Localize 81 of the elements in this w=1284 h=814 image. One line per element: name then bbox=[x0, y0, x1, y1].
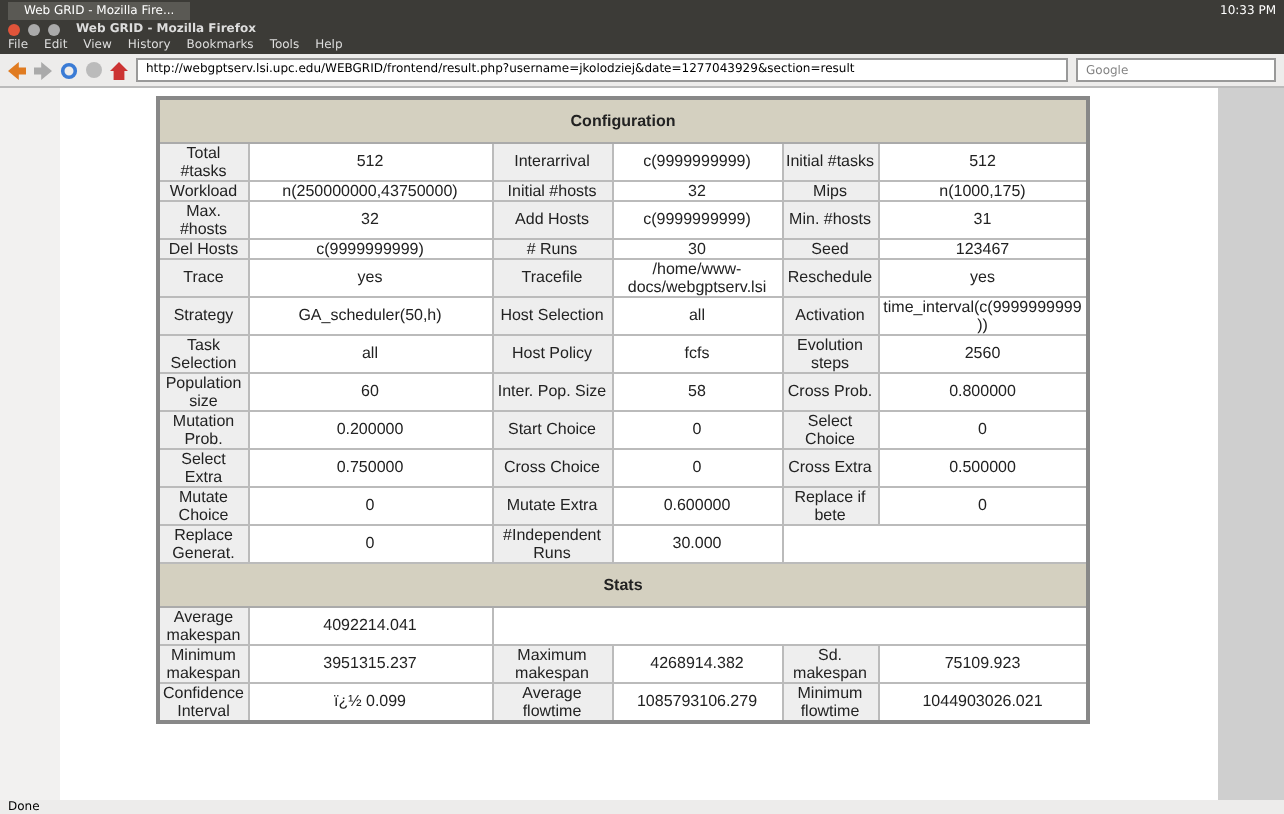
field-label: Average flowtime bbox=[492, 682, 612, 721]
field-value: fcfs bbox=[612, 334, 782, 372]
field-value: 0.200000 bbox=[248, 410, 492, 448]
field-label: Del Hosts bbox=[158, 238, 248, 258]
back-icon[interactable] bbox=[8, 61, 26, 79]
field-label: Replace Generat. bbox=[158, 524, 248, 562]
field-label: Evolution steps bbox=[782, 334, 878, 372]
field-label: Population size bbox=[158, 372, 248, 410]
field-label: Mutate Extra bbox=[492, 486, 612, 524]
field-label: Interarrival bbox=[492, 142, 612, 180]
field-label: Sd. makespan bbox=[782, 644, 878, 682]
field-value: 75109.923 bbox=[878, 644, 1088, 682]
field-label: Cross Prob. bbox=[782, 372, 878, 410]
field-label: Select Choice bbox=[782, 410, 878, 448]
field-label: Minimum flowtime bbox=[782, 682, 878, 721]
field-label: Maximum makespan bbox=[492, 644, 612, 682]
field-label: #Independent Runs bbox=[492, 524, 612, 562]
field-label: Confidence Interval bbox=[158, 682, 248, 721]
field-label: Cross Extra bbox=[782, 448, 878, 486]
field-value: c(9999999999) bbox=[612, 142, 782, 180]
section-header: Configuration bbox=[158, 98, 1088, 142]
field-label: Trace bbox=[158, 258, 248, 296]
field-value: GA_scheduler(50,h) bbox=[248, 296, 492, 334]
field-value: 3951315.237 bbox=[248, 644, 492, 682]
field-value: 512 bbox=[878, 142, 1088, 180]
field-value: 0.600000 bbox=[612, 486, 782, 524]
field-label: Min. #hosts bbox=[782, 200, 878, 238]
field-value: 58 bbox=[612, 372, 782, 410]
field-value: /home/www-docs/webgptserv.lsi bbox=[612, 258, 782, 296]
field-label: Strategy bbox=[158, 296, 248, 334]
field-label: Activation bbox=[782, 296, 878, 334]
field-label: Start Choice bbox=[492, 410, 612, 448]
field-value: 1085793106.279 bbox=[612, 682, 782, 721]
field-label: Task Selection bbox=[158, 334, 248, 372]
field-value: 0 bbox=[612, 448, 782, 486]
field-value: 0 bbox=[248, 486, 492, 524]
field-value: time_interval(c(9999999999)) bbox=[878, 296, 1088, 334]
field-label: Mutate Choice bbox=[158, 486, 248, 524]
field-value: all bbox=[612, 296, 782, 334]
field-label: Mutation Prob. bbox=[158, 410, 248, 448]
forward-icon[interactable] bbox=[34, 61, 52, 79]
field-label: Workload bbox=[158, 180, 248, 200]
field-label: Max. #hosts bbox=[158, 200, 248, 238]
field-value: 0 bbox=[248, 524, 492, 562]
field-value: 0.800000 bbox=[878, 372, 1088, 410]
field-label: Tracefile bbox=[492, 258, 612, 296]
field-value: 32 bbox=[248, 200, 492, 238]
field-label: Inter. Pop. Size bbox=[492, 372, 612, 410]
field-label: Total #tasks bbox=[158, 142, 248, 180]
minimize-icon[interactable] bbox=[28, 23, 40, 35]
maximize-icon[interactable] bbox=[48, 23, 60, 35]
field-value: 4092214.041 bbox=[248, 606, 492, 644]
field-value: 30.000 bbox=[612, 524, 782, 562]
field-label: Minimum makespan bbox=[158, 644, 248, 682]
field-label: Host Selection bbox=[492, 296, 612, 334]
field-value: 31 bbox=[878, 200, 1088, 238]
field-value: 0 bbox=[612, 410, 782, 448]
field-label: Select Extra bbox=[158, 448, 248, 486]
field-label: Reschedule bbox=[782, 258, 878, 296]
section-header: Stats bbox=[158, 562, 1088, 606]
field-value: 0.750000 bbox=[248, 448, 492, 486]
field-label: Cross Choice bbox=[492, 448, 612, 486]
field-value: 4268914.382 bbox=[612, 644, 782, 682]
field-value: 0 bbox=[878, 486, 1088, 524]
field-label: Average makespan bbox=[158, 606, 248, 644]
field-value: yes bbox=[878, 258, 1088, 296]
field-value: all bbox=[248, 334, 492, 372]
field-value: 0 bbox=[878, 410, 1088, 448]
field-value: c(9999999999) bbox=[612, 200, 782, 238]
field-value: 512 bbox=[248, 142, 492, 180]
field-value: 60 bbox=[248, 372, 492, 410]
field-value: yes bbox=[248, 258, 492, 296]
field-label: Replace if bete bbox=[782, 486, 878, 524]
field-label: Add Hosts bbox=[492, 200, 612, 238]
field-value: 0.500000 bbox=[878, 448, 1088, 486]
field-value: 1044903026.021 bbox=[878, 682, 1088, 721]
field-value: 2560 bbox=[878, 334, 1088, 372]
field-label: Initial #tasks bbox=[782, 142, 878, 180]
field-label: Host Policy bbox=[492, 334, 612, 372]
close-icon[interactable] bbox=[8, 23, 20, 35]
field-value: ï¿½ 0.099 bbox=[248, 682, 492, 721]
